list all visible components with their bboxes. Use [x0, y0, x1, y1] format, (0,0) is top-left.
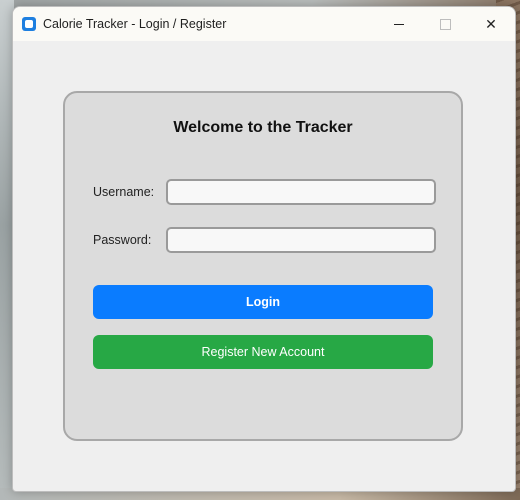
password-input[interactable] — [166, 227, 436, 253]
app-icon — [22, 17, 36, 31]
maximize-button[interactable] — [422, 7, 468, 41]
title-bar[interactable]: Calorie Tracker - Login / Register ✕ — [13, 7, 515, 41]
minimize-icon — [394, 23, 404, 25]
password-label: Password: — [93, 233, 152, 247]
close-icon: ✕ — [485, 15, 497, 32]
minimize-button[interactable] — [376, 7, 422, 41]
register-button[interactable]: Register New Account — [93, 335, 433, 369]
username-label: Username: — [93, 185, 155, 199]
maximize-icon — [439, 18, 451, 30]
window-title: Calorie Tracker - Login / Register — [43, 17, 227, 31]
login-panel: Welcome to the Tracker Username: Passwor… — [63, 91, 463, 441]
app-window: Calorie Tracker - Login / Register ✕ Wel… — [12, 6, 516, 492]
login-button[interactable]: Login — [93, 285, 433, 319]
panel-title: Welcome to the Tracker — [173, 119, 353, 136]
close-button[interactable]: ✕ — [468, 7, 514, 41]
username-input[interactable] — [166, 179, 436, 205]
